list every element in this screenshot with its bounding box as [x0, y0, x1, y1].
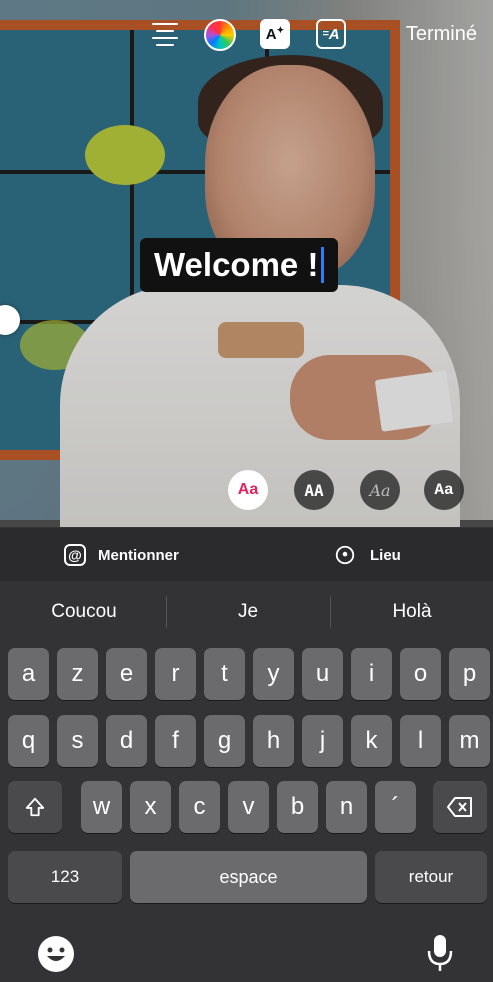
- align-center-icon[interactable]: [148, 17, 182, 51]
- key-j[interactable]: j: [302, 715, 343, 767]
- return-key[interactable]: retour: [375, 851, 487, 903]
- text-caret: [321, 247, 325, 283]
- font-style-typewriter[interactable]: Aa: [424, 470, 464, 510]
- location-pin-icon: [335, 545, 355, 565]
- text-animation-icon[interactable]: = A: [316, 19, 346, 49]
- key-s[interactable]: s: [57, 715, 98, 767]
- suggestion-bar: Coucou Je Holà: [0, 581, 493, 643]
- done-button[interactable]: Terminé: [406, 23, 477, 46]
- key-n[interactable]: n: [326, 781, 367, 833]
- key-a[interactable]: a: [8, 648, 49, 700]
- key-c[interactable]: c: [179, 781, 220, 833]
- numbers-key[interactable]: 123: [8, 851, 122, 903]
- key-w[interactable]: w: [81, 781, 122, 833]
- key-v[interactable]: v: [228, 781, 269, 833]
- key-u[interactable]: u: [302, 648, 343, 700]
- key-r[interactable]: r: [155, 648, 196, 700]
- key-e[interactable]: e: [106, 648, 147, 700]
- suggestion-3[interactable]: Holà: [330, 581, 493, 643]
- at-sign-icon: @: [64, 544, 86, 566]
- sticker-text: Welcome !: [154, 246, 319, 283]
- key-p[interactable]: p: [449, 648, 490, 700]
- font-style-strong[interactable]: AA: [294, 470, 334, 510]
- font-style-classic[interactable]: Aa: [228, 470, 268, 510]
- emoji-icon[interactable]: [38, 936, 74, 972]
- suggestion-1[interactable]: Coucou: [2, 581, 166, 643]
- key-h[interactable]: h: [253, 715, 294, 767]
- key-y[interactable]: y: [253, 648, 294, 700]
- key-f[interactable]: f: [155, 715, 196, 767]
- text-effect-icon[interactable]: A ✦: [260, 19, 290, 49]
- mention-bar: @ Mentionner Lieu: [0, 527, 493, 582]
- space-key[interactable]: espace: [130, 851, 367, 903]
- mention-button[interactable]: @ Mentionner: [64, 528, 179, 582]
- font-style-script[interactable]: Aa: [360, 470, 400, 510]
- key-t[interactable]: t: [204, 648, 245, 700]
- font-style-picker: Aa AA Aa Aa: [0, 470, 493, 512]
- key-d[interactable]: d: [106, 715, 147, 767]
- location-button[interactable]: Lieu: [334, 528, 401, 582]
- microphone-icon[interactable]: [426, 933, 454, 973]
- key-m[interactable]: m: [449, 715, 490, 767]
- backspace-icon: [447, 797, 472, 817]
- suggestion-2[interactable]: Je: [166, 581, 330, 643]
- text-sticker[interactable]: Welcome !: [140, 238, 339, 292]
- key-g[interactable]: g: [204, 715, 245, 767]
- key-l[interactable]: l: [400, 715, 441, 767]
- key-z[interactable]: z: [57, 648, 98, 700]
- story-text-editor: A ✦ = A Terminé Welcome ! Aa AA Aa Aa @ Me…: [0, 0, 493, 982]
- key-i[interactable]: i: [351, 648, 392, 700]
- color-wheel-icon[interactable]: [204, 19, 236, 51]
- backspace-key[interactable]: [433, 781, 487, 833]
- top-toolbar: A ✦ = A Terminé: [0, 15, 493, 59]
- key-k[interactable]: k: [351, 715, 392, 767]
- keyboard: Coucou Je Holà azertyuiop qsdfghjklm wxc…: [0, 581, 493, 982]
- shift-icon: [25, 797, 45, 817]
- key-x[interactable]: x: [130, 781, 171, 833]
- key-q[interactable]: q: [8, 715, 49, 767]
- shift-key[interactable]: [8, 781, 62, 833]
- key-b[interactable]: b: [277, 781, 318, 833]
- key-o[interactable]: o: [400, 648, 441, 700]
- key-accent[interactable]: ´: [375, 781, 416, 833]
